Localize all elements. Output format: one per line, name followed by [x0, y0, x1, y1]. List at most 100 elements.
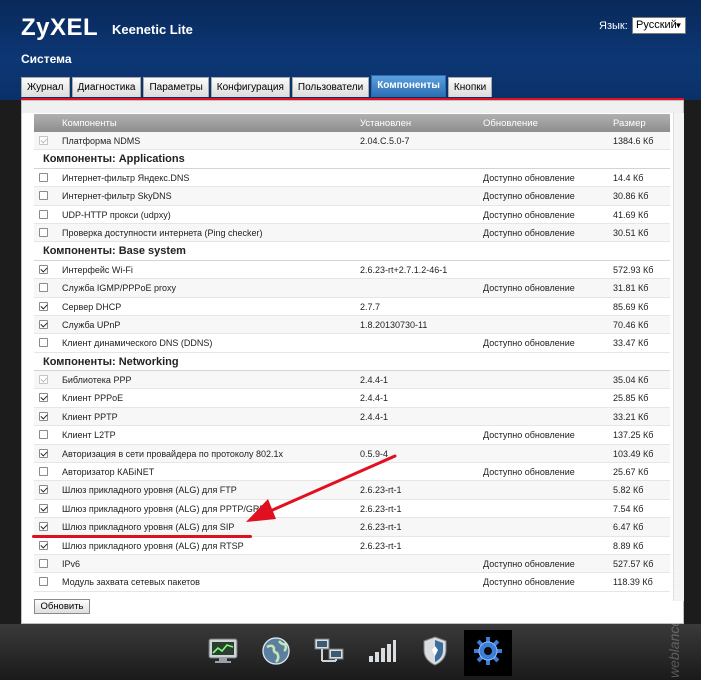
- taskbar-button-0[interactable]: [199, 630, 247, 676]
- component-size: 14.4 Кб: [613, 172, 644, 183]
- component-size: 572.93 Кб: [613, 264, 654, 275]
- component-checkbox[interactable]: [39, 172, 48, 182]
- tab-1[interactable]: Диагностика: [71, 77, 142, 97]
- table-row: UDP-HTTP прокси (udpxy) Доступно обновлен…: [34, 206, 670, 224]
- component-checkbox[interactable]: [39, 393, 48, 403]
- component-checkbox[interactable]: [39, 283, 48, 293]
- tab-5[interactable]: Компоненты: [371, 75, 446, 97]
- gear-icon: [473, 636, 503, 671]
- tab-bar: Журнал Диагностика Параметры Конфигурация По…: [21, 75, 494, 98]
- table-row: Шлюз прикладного уровня (ALG) для FTP 2.6…: [34, 481, 670, 500]
- table-row: Служба IGMP/PPPoE proxy Доступно обновлен…: [34, 279, 670, 298]
- component-checkbox[interactable]: [39, 227, 48, 237]
- component-checkbox[interactable]: [39, 503, 48, 513]
- component-size: 33.47 Кб: [613, 338, 649, 349]
- table-row: Клиент динамического DNS (DDNS) Доступно …: [34, 334, 670, 353]
- globe-icon: [261, 636, 291, 671]
- table-row: Платформа NDMS 2.04.C.5.0-7 1384.6 Кб: [34, 132, 670, 151]
- component-name: Шлюз прикладного уровня (ALG) для FTP: [62, 485, 237, 496]
- component-checkbox[interactable]: [39, 485, 48, 495]
- component-checkbox[interactable]: [39, 319, 48, 329]
- component-checkbox[interactable]: [39, 209, 48, 219]
- component-checkbox[interactable]: [39, 558, 48, 568]
- component-size: 41.69 Кб: [613, 209, 649, 220]
- component-update-status: Доступно обновление: [483, 577, 575, 588]
- component-update-status: Доступно обновление: [483, 430, 575, 441]
- table-row: Интернет-фильтр Яндекс.DNS Доступно обнов…: [34, 169, 670, 188]
- table-row: Интернет-фильтр SkyDNS Доступно обновлени…: [34, 187, 670, 206]
- component-checkbox[interactable]: [39, 448, 48, 458]
- group-header: Компоненты: Networking: [34, 353, 670, 372]
- component-name: Шлюз прикладного уровня (ALG) для RTSP: [62, 540, 244, 551]
- group-title: Компоненты: Base system: [43, 245, 186, 258]
- component-checkbox[interactable]: [39, 191, 48, 201]
- annotation-underline: [32, 535, 252, 538]
- component-version: 2.6.23-rt-1: [360, 522, 402, 533]
- tab-4[interactable]: Пользователи: [291, 77, 370, 97]
- component-name: Служба UPnP: [62, 319, 121, 330]
- network-computers-icon: [313, 637, 345, 670]
- component-name: Шлюз прикладного уровня (ALG) для SIP: [62, 522, 235, 533]
- component-checkbox[interactable]: [39, 522, 48, 532]
- tab-6[interactable]: Кнопки: [447, 77, 493, 97]
- component-name: Интернет-фильтр Яндекс.DNS: [62, 172, 190, 183]
- component-size: 25.85 Кб: [613, 393, 649, 404]
- tab-0[interactable]: Журнал: [21, 77, 70, 97]
- table-row: Клиент PPPoE 2.4.4-1 25.85 Кб: [34, 389, 670, 408]
- table-row: Модуль захвата сетевых пакетов Доступно о…: [34, 573, 670, 592]
- component-checkbox[interactable]: [39, 301, 48, 311]
- taskbar: [0, 624, 701, 680]
- component-update-status: Доступно обновление: [483, 467, 575, 478]
- taskbar-button-4[interactable]: [411, 630, 459, 676]
- component-name: Клиент L2TP: [62, 430, 116, 441]
- taskbar-button-3[interactable]: [358, 630, 406, 676]
- model-name: Keenetic Lite: [112, 22, 193, 37]
- component-size: 1384.6 Кб: [613, 136, 654, 146]
- taskbar-button-1[interactable]: [252, 630, 300, 676]
- component-name: Платформа NDMS: [62, 136, 141, 146]
- component-update-status: Доступно обновление: [483, 558, 575, 569]
- component-update-status: Доступно обновление: [483, 191, 575, 202]
- component-version: 2.4.4-1: [360, 393, 389, 404]
- table-row: Шлюз прикладного уровня (ALG) для SIP 2.6…: [34, 518, 670, 537]
- chevron-down-icon: ▼: [674, 21, 683, 30]
- component-checkbox[interactable]: [39, 467, 48, 477]
- header: ZyXEL Keenetic Lite Язык: Русский ▼ Сист…: [0, 0, 701, 100]
- taskbar-button-5[interactable]: [464, 630, 512, 676]
- table-row: Шлюз прикладного уровня (ALG) для RTSP 2.…: [34, 537, 670, 555]
- component-name: IPv6: [62, 558, 81, 569]
- component-version: 2.4.4-1: [360, 375, 389, 386]
- component-checkbox[interactable]: [39, 577, 48, 587]
- component-name: Модуль захвата сетевых пакетов: [62, 577, 200, 588]
- tab-3[interactable]: Конфигурация: [210, 77, 290, 97]
- component-size: 7.54 Кб: [613, 503, 644, 514]
- shield-icon: [422, 635, 448, 671]
- component-checkbox[interactable]: [39, 411, 48, 421]
- component-size: 25.67 Кб: [613, 467, 649, 478]
- component-update-status: Доступно обновление: [483, 209, 575, 220]
- table-body: Платформа NDMS 2.04.C.5.0-7 1384.6 Кб Компо…: [34, 132, 670, 592]
- language-select[interactable]: Русский ▼: [632, 17, 686, 34]
- update-button[interactable]: Обновить: [34, 599, 90, 614]
- component-size: 6.47 Кб: [613, 522, 644, 533]
- component-checkbox[interactable]: [39, 338, 48, 348]
- component-checkbox[interactable]: [39, 430, 48, 440]
- component-version: 2.4.4-1: [360, 411, 389, 422]
- group-header: Компоненты: Base system: [34, 242, 670, 261]
- component-update-status: Доступно обновление: [483, 172, 575, 183]
- component-size: 85.69 Кб: [613, 301, 649, 312]
- component-name: Библиотека PPP: [62, 375, 132, 386]
- component-name: Проверка доступности интернета (Ping che…: [62, 227, 263, 238]
- table-row: Библиотека PPP 2.4.4-1 35.04 Кб: [34, 371, 670, 390]
- component-checkbox[interactable]: [39, 540, 48, 550]
- component-size: 137.25 Кб: [613, 430, 654, 441]
- signal-bars-icon: [367, 638, 397, 669]
- component-name: UDP-HTTP прокси (udpxy): [62, 209, 171, 220]
- component-version: 2.04.C.5.0-7: [360, 136, 410, 146]
- monitor-chart-icon: [208, 638, 238, 669]
- brand-logo: ZyXEL: [21, 14, 99, 41]
- tab-2[interactable]: Параметры: [143, 77, 209, 97]
- component-checkbox[interactable]: [39, 264, 48, 274]
- component-size: 33.21 Кб: [613, 411, 649, 422]
- taskbar-button-2[interactable]: [305, 630, 353, 676]
